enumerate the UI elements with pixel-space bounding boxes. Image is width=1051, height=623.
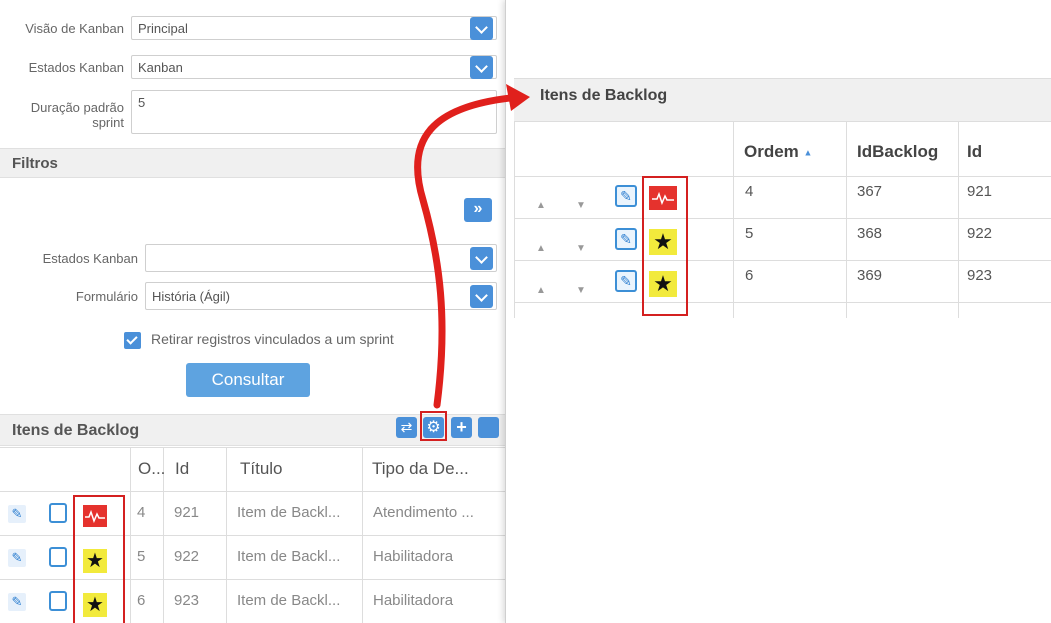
annotation-arrow: [414, 84, 530, 409]
